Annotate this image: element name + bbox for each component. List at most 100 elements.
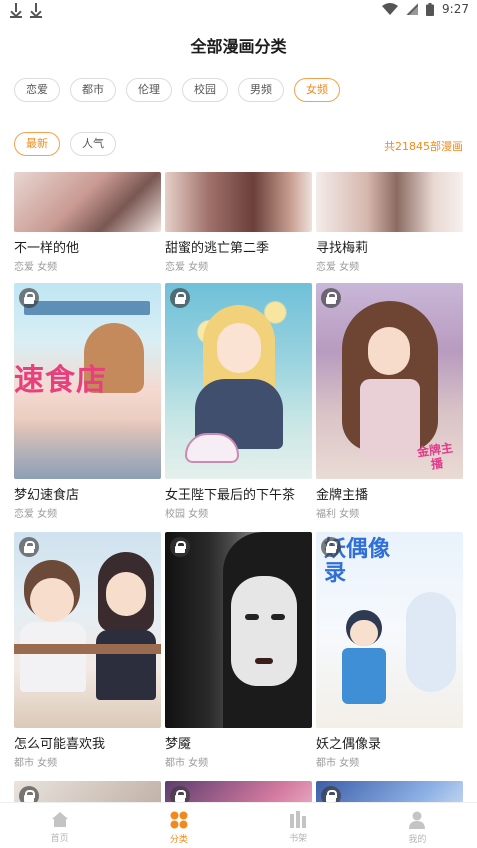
sort-filter: 最新 人气 bbox=[14, 132, 116, 156]
tab-label: 分类 bbox=[169, 835, 188, 845]
tab-label: 书架 bbox=[289, 834, 308, 844]
lock-icon bbox=[170, 288, 190, 308]
comic-tags: 恋爱 女频 bbox=[165, 262, 209, 273]
category-chip[interactable]: 男频 bbox=[238, 78, 284, 102]
comic-tags: 恋爱 女频 bbox=[14, 262, 58, 273]
cover-desk bbox=[14, 644, 161, 654]
comic-card[interactable]: 寻找梅莉 恋爱 女频 bbox=[316, 172, 463, 273]
category-chip[interactable]: 恋爱 bbox=[14, 78, 60, 102]
comic-cover bbox=[14, 781, 161, 802]
cover-text: 金牌主播 bbox=[416, 440, 454, 472]
comic-cover: 金牌主播 bbox=[316, 283, 463, 479]
tab-bookshelf[interactable]: 书架 bbox=[239, 803, 358, 848]
category-chip-active[interactable]: 女频 bbox=[294, 78, 340, 102]
cover-teapot bbox=[185, 433, 239, 463]
comic-cover bbox=[316, 781, 463, 802]
sort-latest-chip[interactable]: 最新 bbox=[14, 132, 60, 156]
no-signal-icon bbox=[406, 3, 419, 15]
profile-icon bbox=[409, 811, 426, 829]
comic-grid: 不一样的他 恋爱 女频 甜蜜的逃亡第二季 恋爱 女频 寻找梅莉 恋爱 女频 速食… bbox=[14, 172, 463, 802]
cover-figure2-face bbox=[106, 572, 146, 616]
status-bar: 9:27 bbox=[0, 0, 477, 22]
download-icon bbox=[10, 3, 22, 18]
comic-card[interactable]: 妖偶像录 妖之偶像录 都市 女频 bbox=[316, 532, 463, 769]
lock-icon bbox=[19, 786, 39, 802]
comic-tags: 恋爱 女频 bbox=[14, 509, 58, 520]
comic-title: 甜蜜的逃亡第二季 bbox=[165, 241, 270, 256]
cover-eye bbox=[245, 614, 259, 620]
lock-icon bbox=[170, 786, 190, 802]
cover-face bbox=[231, 576, 297, 686]
comic-cover bbox=[165, 283, 312, 479]
comic-card[interactable] bbox=[14, 781, 161, 802]
comic-title: 女王陛下最后的下午茶 bbox=[165, 488, 296, 503]
comic-cover bbox=[165, 532, 312, 728]
comic-card[interactable]: 不一样的他 恋爱 女频 bbox=[14, 172, 161, 273]
comic-tags: 校园 女频 bbox=[165, 509, 209, 520]
tab-home[interactable]: 首页 bbox=[0, 803, 119, 848]
comic-cover bbox=[165, 172, 312, 232]
comic-cover bbox=[165, 781, 312, 802]
cover-figure-shirt bbox=[20, 622, 86, 692]
lock-icon bbox=[19, 288, 39, 308]
cover-dress bbox=[360, 379, 420, 459]
comic-title: 怎么可能喜欢我 bbox=[14, 737, 106, 752]
comic-card[interactable]: 金牌主播 金牌主播 福利 女频 bbox=[316, 283, 463, 520]
tab-label: 我的 bbox=[408, 835, 427, 845]
comic-tags: 都市 女频 bbox=[14, 758, 58, 769]
comic-card[interactable]: 女王陛下最后的下午茶 校园 女频 bbox=[165, 283, 312, 520]
comic-title: 妖之偶像录 bbox=[316, 737, 382, 752]
total-count: 共21845部漫画 bbox=[384, 140, 463, 153]
tab-profile[interactable]: 我的 bbox=[358, 803, 477, 848]
cover-text: 速食店 bbox=[14, 363, 107, 398]
sort-popular-chip[interactable]: 人气 bbox=[70, 132, 116, 156]
comic-card[interactable] bbox=[165, 781, 312, 802]
comic-title: 不一样的他 bbox=[14, 241, 80, 256]
comic-title: 梦魇 bbox=[165, 737, 192, 752]
comic-card[interactable]: 怎么可能喜欢我 都市 女频 bbox=[14, 532, 161, 769]
home-icon bbox=[51, 812, 68, 827]
comic-cover bbox=[14, 172, 161, 232]
cover-face bbox=[217, 323, 261, 373]
comic-card[interactable]: 速食店 梦幻速食店 恋爱 女频 bbox=[14, 283, 161, 520]
cover-mouth bbox=[255, 658, 273, 664]
comic-card[interactable] bbox=[316, 781, 463, 802]
comic-cover bbox=[316, 172, 463, 232]
comic-tags: 恋爱 女频 bbox=[316, 262, 360, 273]
lock-icon bbox=[19, 537, 39, 557]
category-chip[interactable]: 都市 bbox=[70, 78, 116, 102]
wifi-icon bbox=[382, 3, 399, 15]
battery-icon bbox=[426, 2, 435, 16]
comic-title: 寻找梅莉 bbox=[316, 241, 369, 256]
cover-sign bbox=[24, 301, 150, 315]
comic-card[interactable]: 甜蜜的逃亡第二季 恋爱 女频 bbox=[165, 172, 312, 273]
cover-eye bbox=[271, 614, 285, 620]
comic-card[interactable]: 梦魇 都市 女频 bbox=[165, 532, 312, 769]
tab-category[interactable]: 分类 bbox=[119, 803, 238, 848]
cover-figure2-uniform bbox=[96, 630, 156, 700]
page-title: 全部漫画分类 bbox=[190, 37, 287, 56]
cover-figure-face bbox=[30, 578, 74, 622]
bottom-tab-bar: 首页 分类 书架 我的 bbox=[0, 802, 477, 848]
comic-title: 金牌主播 bbox=[316, 488, 369, 503]
cover-figure2 bbox=[406, 592, 456, 692]
cover-figure-shirt bbox=[342, 648, 386, 704]
cover-figure-face bbox=[350, 620, 378, 646]
status-time: 9:27 bbox=[442, 2, 469, 16]
comic-tags: 福利 女频 bbox=[316, 509, 360, 520]
comic-tags: 都市 女频 bbox=[165, 758, 209, 769]
lock-icon bbox=[170, 537, 190, 557]
tab-label: 首页 bbox=[50, 834, 69, 844]
comic-cover bbox=[14, 532, 161, 728]
category-filter: 恋爱 都市 伦理 校园 男频 女频 bbox=[14, 78, 340, 102]
lock-icon bbox=[321, 537, 341, 557]
category-chip[interactable]: 校园 bbox=[182, 78, 228, 102]
category-icon bbox=[170, 811, 188, 829]
category-chip[interactable]: 伦理 bbox=[126, 78, 172, 102]
cover-face bbox=[368, 327, 410, 375]
download-icon bbox=[30, 3, 42, 18]
bookshelf-icon bbox=[290, 811, 307, 828]
comic-cover: 妖偶像录 bbox=[316, 532, 463, 728]
comic-tags: 都市 女频 bbox=[316, 758, 360, 769]
lock-icon bbox=[321, 288, 341, 308]
